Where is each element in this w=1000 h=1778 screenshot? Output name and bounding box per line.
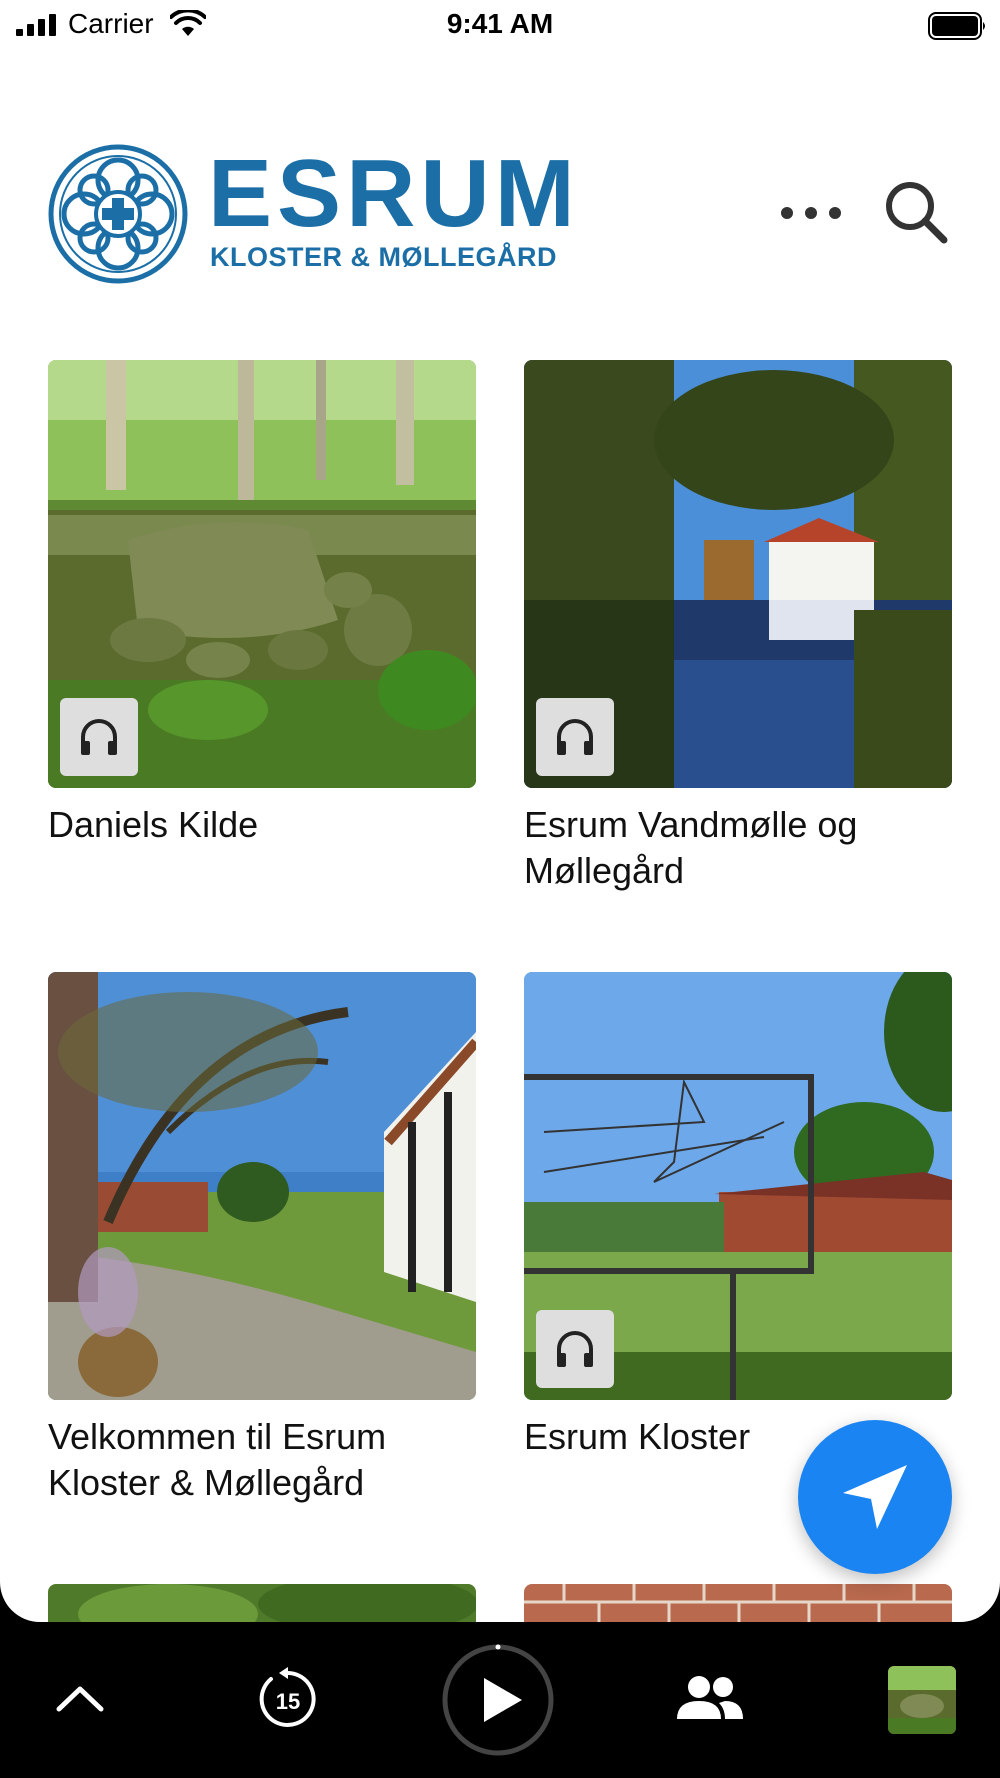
tour-card-daniels-kilde[interactable]: Daniels Kilde (48, 360, 476, 848)
group-listening-button[interactable] (672, 1662, 748, 1734)
card-image (48, 972, 476, 1400)
now-playing-thumbnail[interactable] (888, 1666, 956, 1734)
audio-player-bar: 15 (0, 1622, 1000, 1778)
status-bar: Carrier 9:41 AM (0, 0, 1000, 52)
brand-title: ESRUM (208, 140, 580, 247)
tour-card-partial[interactable] (48, 1584, 476, 1622)
headphones-icon (81, 719, 117, 755)
rewind-15-icon: 15 (259, 1667, 316, 1727)
search-button[interactable] (884, 180, 950, 246)
battery-icon (928, 12, 985, 40)
tour-card-esrum-vandmolle[interactable]: Esrum Vandmølle og Møllegård (524, 360, 952, 894)
card-image (524, 972, 952, 1400)
courtyard-path-photo (48, 972, 476, 1400)
status-time: 9:41 AM (446, 8, 554, 39)
ellipsis-icon (781, 207, 841, 219)
play-icon (442, 1644, 554, 1756)
card-image (48, 1584, 476, 1622)
tour-card-velkommen[interactable]: Velkommen til Esrum Kloster & Møllegård (48, 972, 476, 1506)
tour-card-partial[interactable] (524, 1584, 952, 1622)
card-title: Esrum Vandmølle og Møllegård (524, 804, 858, 891)
navigation-arrow-icon (843, 1465, 907, 1529)
headphones-icon (557, 719, 593, 755)
card-image (524, 1584, 952, 1622)
rewind-15-button[interactable]: 15 (252, 1662, 324, 1734)
tour-card-esrum-kloster[interactable]: Esrum Kloster (524, 972, 952, 1460)
app-screen: Carrier 9:41 AM ESRUM KLOSTER & MØLLEGÅR… (0, 0, 1000, 1622)
card-title: Daniels Kilde (48, 804, 259, 845)
audio-badge (60, 698, 138, 776)
card-title: Velkommen til Esrum Kloster & Møllegård (48, 1416, 387, 1503)
audio-badge (536, 1310, 614, 1388)
esrum-seal-logo (48, 144, 188, 284)
navigate-button[interactable] (798, 1420, 952, 1574)
card-image (524, 360, 952, 788)
brand-subtitle: KLOSTER & MØLLEGÅRD (210, 242, 557, 272)
card-image (48, 360, 476, 788)
headphones-icon (557, 1331, 593, 1367)
play-button[interactable] (442, 1644, 554, 1756)
rewind-label: 15 (276, 1689, 300, 1714)
audio-badge (536, 698, 614, 776)
more-options-button[interactable] (776, 196, 846, 230)
thumbnail-image (888, 1666, 956, 1734)
people-icon (677, 1676, 743, 1719)
search-icon (886, 182, 948, 244)
chevron-up-icon (56, 1686, 104, 1712)
expand-player-button[interactable] (44, 1662, 116, 1734)
